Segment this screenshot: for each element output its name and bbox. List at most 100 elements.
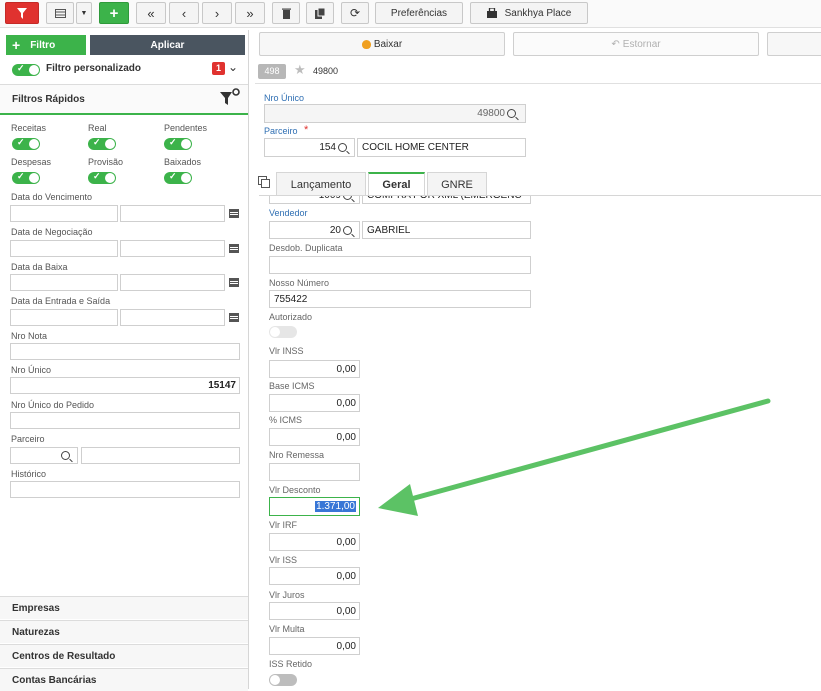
receitas-toggle[interactable]: ✓: [12, 137, 40, 150]
search-icon[interactable]: [343, 225, 352, 235]
nro-unico-pedido-input[interactable]: [10, 412, 240, 429]
accordion-empresas[interactable]: Empresas: [0, 596, 248, 619]
refresh-button[interactable]: ⟳: [341, 2, 369, 24]
nro-unico-label: Nro Único: [11, 365, 52, 375]
vlr-inss-field[interactable]: 0,00: [269, 360, 360, 378]
vlr-desconto-field[interactable]: 1.371,00: [269, 497, 360, 516]
despesas-toggle[interactable]: ✓: [12, 171, 40, 184]
grid-view-button[interactable]: [46, 2, 74, 24]
first-record-button[interactable]: «: [136, 2, 166, 24]
sankhya-place-button[interactable]: Sankhya Place: [470, 2, 588, 24]
double-chevron-left-icon: «: [147, 5, 155, 21]
accordion-naturezas[interactable]: Naturezas: [0, 620, 248, 643]
parceiro-code-input[interactable]: [10, 447, 78, 464]
vendedor-code-field[interactable]: 20: [269, 221, 360, 239]
tab-lancamento[interactable]: Lançamento: [276, 172, 366, 196]
estornar-button[interactable]: ↶ Estornar: [513, 32, 759, 56]
baixa-label: Data da Baixa: [11, 262, 68, 272]
nro-remessa-field[interactable]: [269, 463, 360, 481]
search-icon[interactable]: [338, 143, 347, 152]
negociacao-end-input[interactable]: [120, 240, 225, 257]
vendedor-name-field[interactable]: GABRIEL: [362, 221, 531, 239]
calendar-icon[interactable]: [229, 278, 239, 287]
entrada-saida-start-input[interactable]: [10, 309, 118, 326]
parceiro-name-input[interactable]: [81, 447, 240, 464]
baixa-start-input[interactable]: [10, 274, 118, 291]
new-filter-button[interactable]: + Filtro: [6, 35, 86, 55]
parceiro-code-field[interactable]: 154: [264, 138, 355, 157]
top-type-name-field[interactable]: COMPRA POR XML (EMERGENC: [362, 196, 531, 204]
calendar-icon[interactable]: [229, 209, 239, 218]
baixar-label: Baixar: [373, 38, 403, 50]
real-toggle[interactable]: ✓: [88, 137, 116, 150]
view-dropdown-button[interactable]: ▼: [76, 2, 92, 24]
record-count-badge: 498: [258, 64, 286, 79]
provisao-label: Provisão: [88, 157, 124, 167]
desdob-field[interactable]: [269, 256, 531, 274]
search-icon[interactable]: [507, 109, 516, 118]
autorizado-toggle[interactable]: [269, 326, 297, 338]
star-icon[interactable]: ★: [294, 62, 306, 78]
previous-record-button[interactable]: ‹: [169, 2, 199, 24]
baixar-button[interactable]: Baixar: [259, 32, 505, 56]
vencimento-end-input[interactable]: [120, 205, 225, 222]
preferences-button[interactable]: Preferências: [375, 2, 463, 24]
plus-icon: +: [12, 37, 21, 53]
add-button[interactable]: +: [99, 2, 129, 24]
top-type-code-field[interactable]: 1009: [269, 196, 360, 204]
pct-icms-label: % ICMS: [269, 415, 303, 425]
copy-icon: [314, 7, 325, 19]
chevron-down-icon[interactable]: ⌄: [228, 60, 238, 74]
baixa-end-input[interactable]: [120, 274, 225, 291]
calendar-icon[interactable]: [229, 313, 239, 322]
pendentes-toggle[interactable]: ✓: [164, 137, 192, 150]
nro-nota-input[interactable]: [10, 343, 240, 360]
base-icms-field[interactable]: 0,00: [269, 394, 360, 412]
vlr-multa-field[interactable]: 0,00: [269, 637, 360, 655]
pct-icms-field[interactable]: 0,00: [269, 428, 360, 446]
historico-input[interactable]: [10, 481, 240, 498]
baixados-toggle[interactable]: ✓: [164, 171, 192, 184]
vlr-iss-field[interactable]: 0,00: [269, 567, 360, 585]
custom-filter-toggle[interactable]: ✓: [12, 63, 40, 76]
vlr-juros-field[interactable]: 0,00: [269, 602, 360, 620]
last-record-button[interactable]: »: [235, 2, 265, 24]
calendar-icon[interactable]: [229, 244, 239, 253]
vlr-irf-field[interactable]: 0,00: [269, 533, 360, 551]
vencimento-start-input[interactable]: [10, 205, 118, 222]
entrada-saida-end-input[interactable]: [120, 309, 225, 326]
nro-unico-input[interactable]: 15147: [10, 377, 240, 394]
chevron-left-icon: ‹: [181, 5, 187, 21]
caret-down-icon: ▼: [80, 9, 88, 17]
autorizado-label: Autorizado: [269, 312, 313, 322]
next-record-button[interactable]: ›: [202, 2, 232, 24]
tab-gnre[interactable]: GNRE: [427, 172, 487, 196]
copy-button[interactable]: [306, 2, 334, 24]
accordion-contas-bancarias[interactable]: Contas Bancárias: [0, 668, 248, 691]
filter-settings-icon[interactable]: [220, 88, 240, 106]
estornar-label: Estornar: [622, 38, 661, 50]
parceiro-field-label: Parceiro: [264, 126, 298, 136]
annotation-arrow: [378, 398, 771, 516]
trash-icon: [281, 8, 291, 19]
iss-retido-toggle[interactable]: [269, 674, 297, 686]
filter-toggle-button[interactable]: [5, 2, 39, 24]
vencimento-label: Data do Vencimento: [11, 192, 93, 202]
nosso-numero-field[interactable]: 755422: [269, 290, 531, 308]
search-icon[interactable]: [61, 451, 70, 460]
apply-filter-button[interactable]: Aplicar: [90, 35, 245, 55]
accordion-centros-resultado[interactable]: Centros de Resultado: [0, 644, 248, 667]
tab-geral[interactable]: Geral: [368, 172, 425, 196]
parceiro-name-field[interactable]: COCIL HOME CENTER: [357, 138, 526, 157]
copy-tab-icon[interactable]: [258, 176, 270, 188]
provisao-toggle[interactable]: ✓: [88, 171, 116, 184]
vlr-desconto-label: Vlr Desconto: [269, 485, 321, 495]
negociacao-start-input[interactable]: [10, 240, 118, 257]
vendedor-label: Vendedor: [269, 208, 308, 218]
overflow-action-button[interactable]: [767, 32, 821, 56]
delete-button[interactable]: [272, 2, 300, 24]
negociacao-label: Data de Negociação: [11, 227, 93, 237]
vlr-juros-label: Vlr Juros: [269, 590, 305, 600]
search-icon[interactable]: [343, 196, 352, 200]
table-icon: [54, 8, 66, 18]
